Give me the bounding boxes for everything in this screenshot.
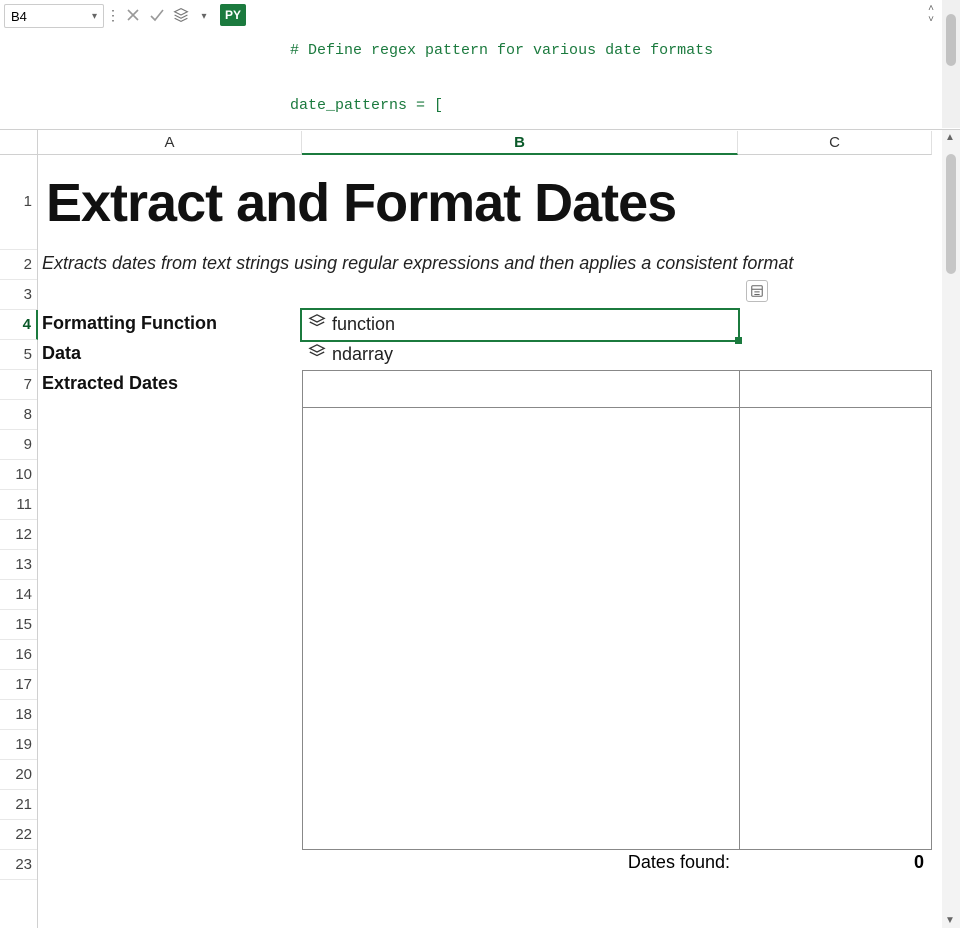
- chevron-up-icon: ˄: [928, 3, 934, 14]
- cell-grid[interactable]: Extract and Format Dates Extracts dates …: [38, 130, 942, 928]
- row-header[interactable]: 15: [0, 610, 37, 640]
- row-header[interactable]: 10: [0, 460, 37, 490]
- row-23[interactable]: Dates found: 0: [38, 852, 933, 882]
- code-line: # Define regex pattern for various date …: [290, 40, 914, 61]
- layers-icon: [308, 313, 326, 336]
- accept-formula-button[interactable]: [146, 4, 168, 26]
- dates-found-value: 0: [738, 852, 932, 882]
- row-header[interactable]: 9: [0, 430, 37, 460]
- name-box[interactable]: B4 ▾: [4, 4, 104, 28]
- row-header[interactable]: 11: [0, 490, 37, 520]
- row-headers: 1 2 3 4 5 7 8 9 10 11 12 13 14 15 16 17 …: [0, 130, 38, 928]
- row-header[interactable]: 2: [0, 250, 37, 280]
- row-header[interactable]: 14: [0, 580, 37, 610]
- chevron-down-icon: ˅: [928, 14, 934, 25]
- row-header[interactable]: 7: [0, 370, 37, 400]
- row-5[interactable]: Data ndarray: [38, 340, 942, 370]
- column-headers: A B C: [38, 131, 942, 155]
- label-formatting-function: Formatting Function: [38, 310, 302, 340]
- formula-scrollbar[interactable]: [942, 0, 960, 128]
- row-header[interactable]: 21: [0, 790, 37, 820]
- python-output-mode-button[interactable]: [170, 4, 192, 26]
- formula-bar-expand-toggle[interactable]: ˄ ˅: [922, 0, 940, 28]
- x-icon: [125, 7, 141, 23]
- cell-b5[interactable]: ndarray: [302, 340, 738, 370]
- cell-b5-value: ndarray: [332, 344, 393, 365]
- column-header-c[interactable]: C: [738, 131, 932, 155]
- row-header-active[interactable]: 4: [0, 310, 38, 340]
- row-header[interactable]: [0, 880, 37, 892]
- table-header-divider: [303, 407, 931, 408]
- name-box-value: B4: [11, 9, 27, 24]
- row-header[interactable]: 20: [0, 760, 37, 790]
- dates-found-label: Dates found:: [38, 852, 738, 882]
- chevron-down-icon: ▾: [92, 11, 97, 22]
- row-header[interactable]: 5: [0, 340, 37, 370]
- resize-handle-icon[interactable]: ⋮: [106, 8, 120, 22]
- row-header[interactable]: 17: [0, 670, 37, 700]
- page-subtitle: Extracts dates from text strings using r…: [38, 250, 942, 280]
- row-header[interactable]: 19: [0, 730, 37, 760]
- code-line: date_patterns = [: [290, 95, 914, 116]
- row-header[interactable]: 1: [0, 154, 37, 250]
- scroll-down-icon[interactable]: ▼: [945, 915, 955, 926]
- cell-b4-value: function: [332, 314, 395, 335]
- extracted-dates-table[interactable]: [302, 370, 932, 850]
- vertical-scrollbar[interactable]: ▲ ▼: [942, 130, 960, 928]
- row-header[interactable]: 22: [0, 820, 37, 850]
- row-header[interactable]: 16: [0, 640, 37, 670]
- row-header[interactable]: 13: [0, 550, 37, 580]
- scroll-up-icon[interactable]: ▲: [945, 132, 955, 143]
- row-header[interactable]: 8: [0, 400, 37, 430]
- layers-icon: [308, 343, 326, 366]
- label-data: Data: [38, 340, 302, 370]
- scrollbar-thumb[interactable]: [946, 14, 956, 66]
- cell-b4[interactable]: function: [302, 310, 738, 340]
- cancel-formula-button[interactable]: [122, 4, 144, 26]
- scrollbar-thumb[interactable]: [946, 154, 956, 274]
- column-header-b[interactable]: B: [302, 131, 738, 155]
- row-header[interactable]: 18: [0, 700, 37, 730]
- python-badge: PY: [220, 4, 246, 26]
- formula-bar: B4 ▾ ⋮ ▾ PY # Define regex pattern for v…: [0, 0, 960, 130]
- select-all-corner[interactable]: [0, 131, 38, 155]
- row-header[interactable]: 3: [0, 280, 37, 310]
- column-header-a[interactable]: A: [38, 131, 302, 155]
- table-column-divider: [739, 371, 740, 849]
- formula-editor[interactable]: # Define regex pattern for various date …: [250, 0, 922, 128]
- row-3[interactable]: [38, 280, 942, 310]
- check-icon: [149, 7, 165, 23]
- row-header[interactable]: 23: [0, 850, 37, 880]
- row-header[interactable]: 12: [0, 520, 37, 550]
- output-mode-dropdown[interactable]: ▾: [194, 6, 214, 26]
- page-title: Extract and Format Dates: [38, 154, 942, 250]
- label-extracted-dates: Extracted Dates: [38, 370, 302, 400]
- row-4[interactable]: Formatting Function function: [38, 310, 942, 340]
- layers-icon: [173, 7, 189, 23]
